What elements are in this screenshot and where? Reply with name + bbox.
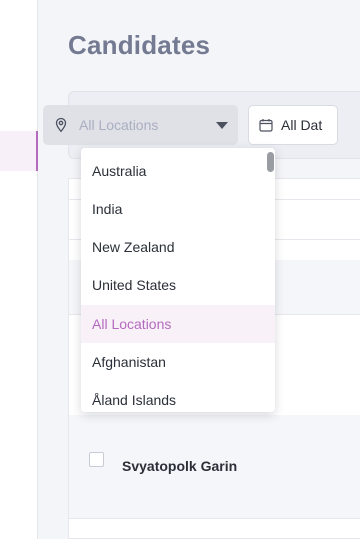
location-dropdown-menu: Australia India New Zealand United State…	[81, 148, 275, 412]
row-checkbox[interactable]	[89, 452, 104, 467]
dropdown-option[interactable]: India	[81, 190, 275, 228]
sidebar-item-active[interactable]	[0, 131, 38, 171]
sidebar	[0, 0, 38, 539]
location-pin-icon	[55, 117, 67, 133]
dropdown-option-selected[interactable]: All Locations	[81, 305, 275, 343]
candidate-name[interactable]: Svyatopolk Garin	[122, 458, 237, 474]
row-divider	[69, 518, 360, 519]
location-select[interactable]: All Locations	[43, 105, 238, 145]
dropdown-option[interactable]: United States	[81, 266, 275, 304]
calendar-icon	[259, 119, 273, 132]
page-title: Candidates	[68, 30, 211, 60]
date-filter[interactable]: All Dat	[248, 105, 338, 145]
dropdown-option[interactable]: Afghanistan	[81, 343, 275, 381]
dropdown-scrollbar[interactable]	[267, 152, 274, 172]
dropdown-option[interactable]: New Zealand	[81, 228, 275, 266]
dropdown-option[interactable]: Australia	[81, 152, 275, 190]
caret-down-icon[interactable]	[216, 122, 228, 129]
dropdown-option[interactable]: Åland Islands	[81, 381, 275, 412]
location-placeholder: All Locations	[79, 117, 159, 133]
date-filter-label: All Dat	[281, 117, 323, 133]
